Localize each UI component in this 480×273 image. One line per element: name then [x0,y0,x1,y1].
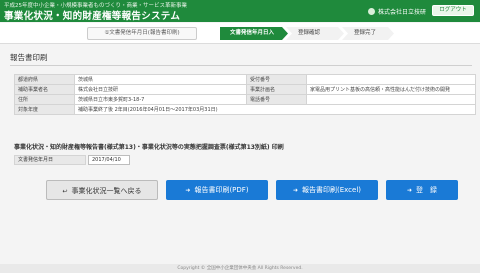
progress-steps: 文書発信年月日入力 登録確認 登録完了 [220,27,392,40]
user-name: 株式会社日立技研 [377,9,426,16]
arrow-right-icon: ➜ [406,187,413,194]
label-project-name: 事業計画名 [246,84,307,95]
app-header: 平成25年度中小企業・小規模事業者ものづくり・商業・サービス革新事業 事業化状況… [0,0,480,22]
value-phone [306,94,476,105]
value-project-name: 家電品用プリント基板の高信頼・高性能はんだ付け技術の開発 [306,84,476,95]
step-date-input: 文書発信年月日入力 [220,27,288,40]
print-pdf-button[interactable]: ➜ 報告書印刷(PDF) [166,180,268,200]
logout-button[interactable]: ログアウト [432,5,474,16]
arrow-right-icon: ➜ [292,187,298,194]
user-display: 株式会社日立技研 [367,7,426,16]
label-company: 補助事業者名 [14,84,75,95]
date-row: 文書発信年月日 2017/04/10 [14,155,130,165]
step-confirm: 登録確認 [286,27,344,40]
back-label: 事業化状況一覧へ戻る [71,187,142,195]
label-reception-number: 受付番号 [246,74,307,85]
footer-copyright: Copyright © 全国中小企業団体中央会 All Rights Reser… [0,264,480,273]
date-input[interactable]: 2017/04/10 [88,155,130,165]
value-company: 株式会社日立技研 [74,84,247,95]
label-address: 住所 [14,94,75,105]
back-to-list-button[interactable]: ↩ 事業化状況一覧へ戻る [46,180,158,200]
page-title: 報告書印刷 [10,52,472,66]
step-date-print: ①文書発信年月日(報告書印刷) [87,27,197,40]
arrow-right-icon: ➜ [185,187,191,194]
register-button[interactable]: ➜ 登 録 [386,180,458,200]
label-phone: 電話番号 [246,94,307,105]
print-excel-button[interactable]: ➜ 報告書印刷(Excel) [276,180,378,200]
pdf-label: 報告書印刷(PDF) [194,186,249,194]
table-row: 対象年度 補助事業終了後 2年目(2016年04月01日～2017年03月31日… [14,104,476,115]
value-prefecture: 茨城県 [74,74,247,85]
table-row: 住所 茨城県日立市東多賀町3-18-7 電話番号 [14,94,476,105]
label-prefecture: 都道府県 [14,74,75,85]
app-title: 事業化状況・知的財産権等報告システム [4,11,181,22]
excel-label: 報告書印刷(Excel) [302,186,362,194]
value-address: 茨城県日立市東多賀町3-18-7 [74,94,247,105]
table-row: 都道府県 茨城県 受付番号 [14,74,476,85]
table-row: 補助事業者名 株式会社日立技研 事業計画名 家電品用プリント基板の高信頼・高性能… [14,84,476,95]
label-target-year: 対象年度 [14,104,75,115]
date-label: 文書発信年月日 [14,155,86,165]
value-reception-number [306,74,476,85]
value-target-year: 補助事業終了後 2年目(2016年04月01日～2017年03月31日) [74,104,476,115]
section-title: 事業化状況・知的財産権等報告書(様式第13)・事業化状況等の実態把握調査票(様式… [14,144,284,151]
step-complete: 登録完了 [342,27,394,40]
user-icon [367,8,375,15]
step-bar: ①文書発信年月日(報告書印刷) 文書発信年月日入力 登録確認 登録完了 [0,23,480,44]
info-table: 都道府県 茨城県 受付番号 補助事業者名 株式会社日立技研 事業計画名 家電品用… [14,74,476,115]
back-arrow-icon: ↩ [62,188,68,195]
register-label: 登 録 [416,186,438,194]
